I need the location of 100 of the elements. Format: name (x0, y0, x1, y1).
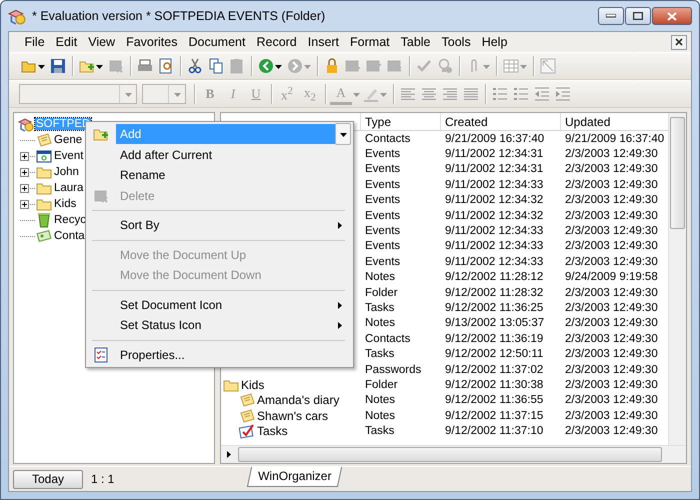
outdent-icon (534, 86, 550, 102)
table-cell-text: 2/3/2003 12:49:30 (564, 225, 659, 238)
align-right-icon (442, 87, 458, 101)
table-cell-text: Events (364, 240, 402, 252)
table-cell-text: Notes (364, 410, 396, 422)
menu-item[interactable]: Format (344, 35, 396, 49)
table-cell-text: 9/12/2002 11:36:55 (444, 394, 544, 406)
column-header[interactable]: Created (441, 113, 561, 130)
indent-icon (555, 86, 571, 102)
table-cell-text: 2/3/2003 12:49:30 (564, 394, 659, 406)
menu-item[interactable]: Properties... (116, 344, 351, 365)
table-cell-text: 2/3/2003 12:49:30 (564, 148, 659, 160)
menu-item[interactable]: Help (476, 35, 513, 49)
menu-item[interactable]: Document (182, 35, 251, 49)
trash-icon (36, 212, 52, 228)
table-cell-text: 9/12/2002 11:37:02 (444, 364, 544, 376)
table-cell-text: 2/3/2003 12:49:30 (564, 348, 659, 360)
menu-item[interactable]: Sort By (116, 215, 351, 236)
expand-toggle[interactable] (20, 184, 29, 192)
table-cell-text: 9/12/2002 11:30:38 (444, 378, 544, 391)
table-cell-text: 9/11/2002 12:34:33 (444, 256, 544, 268)
submenu-arrow-icon (336, 222, 343, 229)
caret-icon (380, 90, 387, 98)
menu-item[interactable]: Favorites (120, 35, 183, 49)
minimize-icon (606, 14, 616, 18)
table-cell: Tasks (257, 424, 288, 438)
bullet-list-icon (492, 86, 508, 102)
table-cell-text: Folder (364, 286, 399, 299)
close-icon (675, 38, 683, 46)
table-cell-text: Tasks (364, 425, 396, 438)
expand-toggle[interactable] (20, 152, 29, 160)
note-icon (239, 392, 255, 408)
dropdown-button[interactable] (335, 123, 351, 146)
menu-item[interactable]: Table (395, 35, 436, 49)
caret-icon (275, 62, 282, 70)
align-left-icon (400, 87, 416, 101)
menu-item[interactable]: Set Status Icon (116, 315, 351, 336)
column-header[interactable]: Type (361, 113, 441, 130)
tree-item[interactable]: Kids (53, 198, 78, 210)
scroll-arrow-icon (225, 451, 232, 458)
menu-item[interactable]: Rename (116, 165, 351, 186)
tree-item[interactable]: Recyc (53, 214, 87, 226)
plus-icon (22, 202, 27, 206)
expand-toggle[interactable] (20, 200, 29, 208)
scissors-icon (187, 58, 203, 74)
table-cell-text: Notes (364, 317, 396, 330)
maximize-button[interactable] (625, 7, 651, 25)
close-document-button[interactable] (671, 34, 687, 50)
menu-item[interactable]: Add after Current (116, 144, 351, 165)
menu-item[interactable]: Set Document Icon (116, 294, 351, 315)
menu-item[interactable]: Edit (50, 35, 83, 49)
menu-item[interactable]: Record (250, 35, 302, 49)
properties-icon (93, 346, 109, 363)
minimize-button[interactable] (598, 7, 624, 25)
font-size-dropdown[interactable] (142, 84, 186, 104)
vertical-scrollbar[interactable] (668, 113, 686, 445)
copy-icon (208, 58, 224, 74)
table-cell-text: 2/3/2003 12:49:30 (564, 256, 659, 268)
menu-item[interactable]: Tools (436, 35, 476, 49)
table-cell-text: 9/11/2002 12:34:31 (444, 148, 544, 160)
menu-item[interactable]: Insert (302, 35, 345, 49)
maximize-icon (633, 12, 643, 20)
table-cell-text: Notes (364, 394, 396, 406)
book-icon (8, 7, 26, 25)
tree-item[interactable]: Gene (53, 134, 84, 146)
tree-item[interactable]: Laura (53, 182, 84, 194)
tree-item[interactable]: Conta (53, 230, 86, 242)
table-cell-text: 9/12/2002 11:36:25 (444, 302, 544, 314)
table-cell-text: Events (364, 210, 402, 222)
tree-item[interactable]: Event (53, 150, 84, 162)
table-cell-text: 9/21/2009 16:37:40 (564, 132, 666, 145)
font-name-dropdown[interactable] (19, 84, 137, 104)
caret-icon (96, 62, 103, 70)
sheet-tab[interactable]: WinOrganizer (246, 467, 342, 487)
window-title: * Evaluation version * SOFTPEDIA EVENTS (Folder) (32, 9, 326, 23)
table-cell-text: Notes (364, 271, 396, 284)
close-button[interactable] (652, 7, 692, 25)
table-cell-text: 9/11/2002 12:34:33 (444, 178, 544, 191)
lock-icon (324, 58, 340, 74)
position-indicator: 1 : 1 (91, 472, 116, 486)
today-button[interactable]: Today (13, 470, 83, 488)
table-cell: Shawn's cars (257, 408, 328, 423)
table-cell-text: 9/11/2002 12:34:33 (444, 225, 544, 238)
lightbulb-icon (437, 58, 453, 74)
caret-icon (353, 90, 360, 98)
table-cell-text: Contacts (364, 332, 412, 345)
table-cell-text: 9/12/2002 11:36:19 (444, 332, 544, 345)
table-cell-text: 2/3/2003 12:49:30 (564, 425, 659, 438)
tree-item[interactable]: John (53, 166, 80, 178)
floppy-icon (50, 58, 66, 74)
table-cell-text: Contacts (364, 132, 412, 145)
highlighter-icon (363, 86, 379, 102)
table-cell-text: 9/11/2002 12:34:32 (444, 194, 544, 206)
horizontal-scrollbar[interactable] (221, 445, 686, 463)
menu-item[interactable]: File (19, 35, 50, 49)
table-cell-text: 2/3/2003 12:49:30 (564, 286, 659, 299)
menu-item[interactable]: View (82, 35, 121, 49)
table-cell-text: Tasks (364, 348, 396, 360)
expand-toggle[interactable] (20, 168, 29, 176)
table-cell-text: 2/3/2003 12:49:30 (564, 194, 659, 206)
